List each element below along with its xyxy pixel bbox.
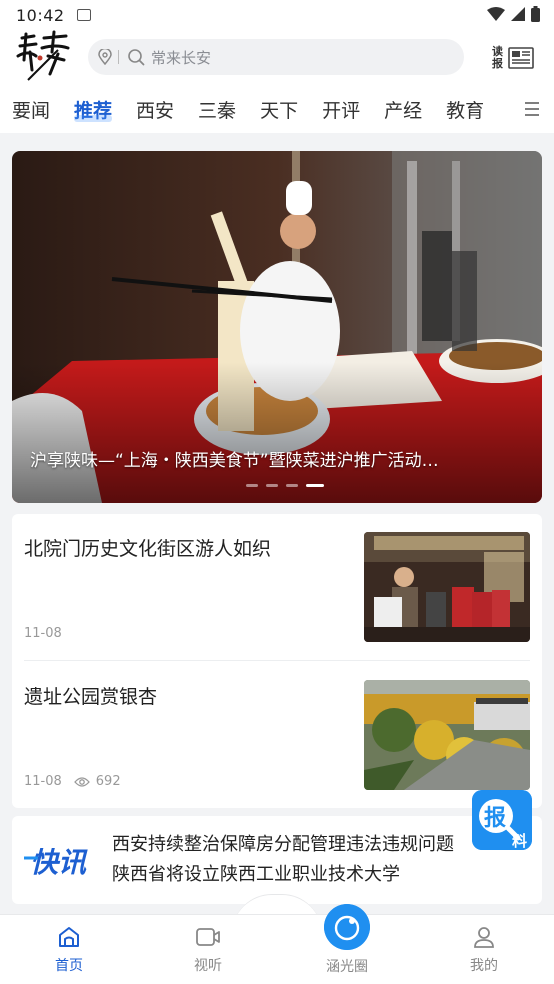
newspaper-icon [508,47,534,69]
nav-mine-label: 我的 [470,958,498,974]
tab-xian[interactable]: 西安 [136,96,174,123]
tab-yaowen[interactable]: 要闻 [12,96,50,123]
carousel-dot-active [306,484,324,487]
tab-chanjing[interactable]: 产经 [384,96,422,123]
news-meta: 11-08 692 [24,774,121,789]
eye-icon [73,776,90,787]
news-list: 北院门历史文化街区游人如织 11-08 遗址公园赏银杏 11-08 692 [12,514,542,808]
clipboard-icon [76,9,91,21]
tab-tianxia[interactable]: 天下 [260,96,298,123]
battery-icon [531,6,540,22]
tab-tuijian[interactable]: 推荐 [74,96,113,123]
news-title[interactable]: 北院门历史文化街区游人如织 [24,536,344,562]
channel-tabs: 要闻 推荐 西安 三秦 天下 开评 产经 教育 [0,85,554,133]
home-icon [59,927,79,947]
search-divider [118,50,119,64]
video-icon [196,928,220,946]
news-date: 11-08 [24,774,62,789]
carousel-indicators [246,484,324,487]
nav-video[interactable]: 视听 [168,925,248,977]
list-item[interactable]: 北院门历史文化街区游人如织 11-08 [12,514,542,660]
header: 常来长安 读报 [0,30,554,85]
nav-hanguang-label[interactable]: 涵光圈 [313,956,381,976]
flash-news[interactable]: 快讯 西安持续整治保障房分配管理违法违规问题 陕西省将设立陕西工业职业技术大学 [12,816,542,904]
signal-icon [511,7,525,21]
status-bar: 10:42 [0,0,554,30]
nav-hanguang-button[interactable] [324,904,370,950]
search-placeholder: 常来长安 [151,48,212,67]
search-icon [128,49,145,66]
status-icons [487,6,540,22]
nav-home-label: 首页 [55,958,83,974]
headline-carousel[interactable]: 沪享陕味—“上海・陕西美食节”暨陕菜进沪推广活动… [12,151,542,503]
news-meta: 11-08 [24,626,62,641]
carousel-dot [246,484,258,487]
news-title[interactable]: 遗址公园赏银杏 [24,684,344,710]
nav-home[interactable]: 首页 [29,925,109,977]
nav-video-label: 视听 [194,958,222,974]
flash-news-list: 西安持续整治保障房分配管理违法违规问题 陕西省将设立陕西工业职业技术大学 [112,830,492,890]
flash-news-logo: 快讯 [24,840,98,880]
status-time: 10:42 [16,5,65,25]
flash-news-logo-text: 快讯 [30,846,88,879]
app-logo [16,30,70,81]
news-thumbnail[interactable] [364,532,530,642]
news-thumbnail[interactable] [364,680,530,790]
carousel-dot [286,484,298,487]
tab-jiaoyu[interactable]: 教育 [446,96,484,123]
report-sub-label: 料 [512,832,527,850]
list-item[interactable]: 遗址公园赏银杏 11-08 692 [12,662,542,808]
tab-sanqin[interactable]: 三秦 [198,96,236,123]
search-bar[interactable]: 常来长安 [88,39,464,75]
news-date: 11-08 [24,626,62,641]
carousel-dot [266,484,278,487]
read-newspaper-label: 读报 [492,45,503,70]
tab-kaiping[interactable]: 开评 [322,96,360,123]
list-divider [24,660,530,661]
user-icon [474,927,494,948]
bottom-nav: 首页 视听 我的 [0,914,554,984]
app-screen: 10:42 常来长安 读报 要闻 推荐 西安 三秦 天下 开评 产经 教育 沪享… [0,0,554,984]
menu-icon[interactable] [522,99,542,119]
flash-news-item[interactable]: 西安持续整治保障房分配管理违法违规问题 [112,830,492,860]
nav-mine[interactable]: 我的 [444,925,524,977]
read-newspaper-button[interactable]: 读报 [492,42,538,74]
report-news-button[interactable]: 报 料 [472,790,532,850]
report-main-label: 报 [484,806,506,831]
wifi-icon [487,7,505,21]
banner-caption[interactable]: 沪享陕味—“上海・陕西美食节”暨陕菜进沪推广活动… [30,446,524,471]
flash-news-item[interactable]: 陕西省将设立陕西工业职业技术大学 [112,860,492,890]
location-pin-icon[interactable] [98,49,112,65]
view-count: 692 [95,774,121,789]
